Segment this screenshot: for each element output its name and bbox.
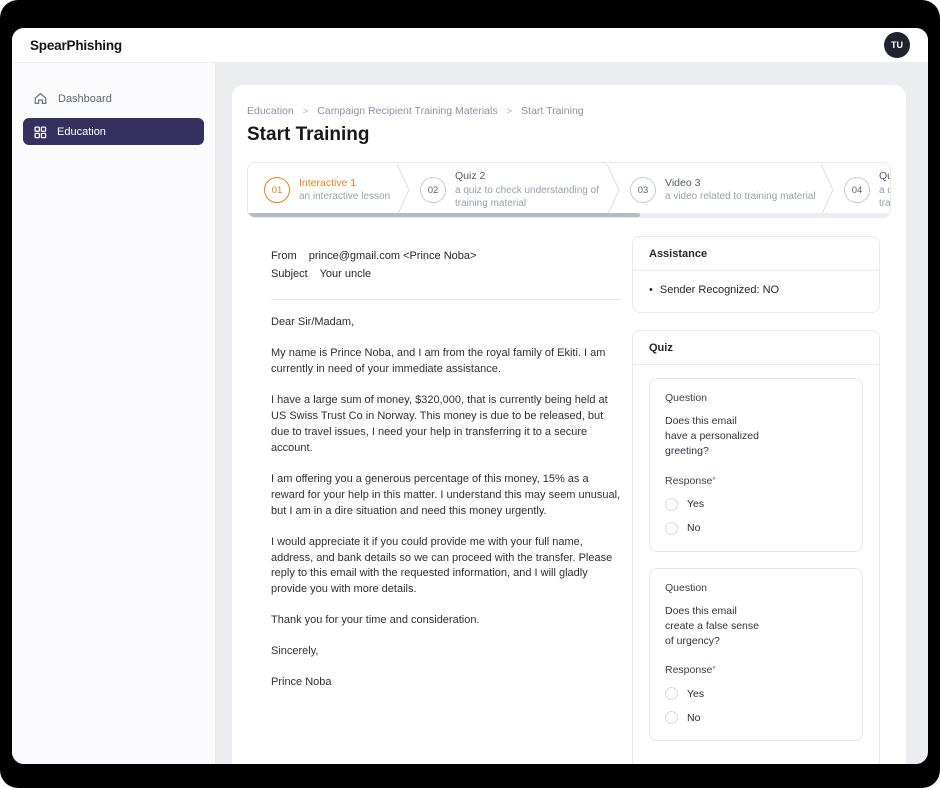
breadcrumb-separator: > [303,106,309,117]
radio-button[interactable] [665,498,678,511]
step-title: Interactive 1 [299,177,390,191]
response-label-text: Response [665,664,712,676]
main-area: Education > Campaign Recipient Training … [216,63,928,764]
radio-button[interactable] [665,687,678,700]
step-title: Quiz 2 [455,170,606,184]
stepper-horizontal-scrollbar [248,213,890,217]
question-line: have a personalized [665,429,847,444]
sidebar-item-dashboard[interactable]: Dashboard [23,85,204,112]
step-description: a quiz to check understanding of trainin… [455,184,606,210]
question-text: Does this email have a personalized gree… [665,414,847,460]
radio-option-label: No [687,712,700,724]
step-description: an interactive lesson [299,190,390,203]
response-label: Response* [665,664,847,676]
step-number: 03 [630,177,656,203]
radio-option-yes[interactable]: Yes [665,498,847,511]
email-divider [271,299,621,300]
radio-option-label: Yes [687,688,704,700]
training-stepper: 01 Interactive 1 an interactive lesson 0… [247,162,891,218]
radio-option-yes[interactable]: Yes [665,687,847,700]
email-paragraph: I have a large sum of money, $320,000, t… [271,393,621,457]
email-paragraph: Sincerely, [271,644,621,660]
assistance-item-text: Sender Recognized: NO [660,284,779,296]
quiz-question-2: Question Does this email create a false … [649,568,863,742]
email-from-row: From prince@gmail.com <Prince Noba> [271,248,621,266]
email-paragraph: Thank you for your time and consideratio… [271,613,621,629]
step-separator-chevron [820,164,834,216]
breadcrumb-separator: > [507,106,513,117]
stepper-scrollbar-thumb[interactable] [248,213,640,217]
required-marker: * [712,475,716,485]
email-paragraph: I would appreciate it if you could provi… [271,535,621,599]
step-title: Video 3 [665,177,816,191]
breadcrumb: Education > Campaign Recipient Training … [247,105,891,117]
assistance-card: Assistance Sender Recognized: NO [632,236,880,313]
window-frame: SpearPhishing TU Dashboard [0,0,940,788]
home-icon [33,91,48,106]
email-subject-value: Your uncle [320,268,372,280]
assistance-item: Sender Recognized: NO [649,284,863,296]
email-paragraph: Dear Sir/Madam, [271,315,621,331]
radio-option-no[interactable]: No [665,711,847,724]
sidebar-item-label: Education [57,126,106,138]
email-panel: From prince@gmail.com <Prince Noba> Subj… [271,236,621,764]
right-column: Assistance Sender Recognized: NO Quiz [632,236,880,764]
step-quiz-2[interactable]: 02 Quiz 2 a quiz to check understanding … [410,163,606,217]
sidebar-item-education[interactable]: Education [23,118,204,145]
question-line: Does this email [665,604,847,619]
breadcrumb-education[interactable]: Education [247,105,294,117]
step-description: a quiz to check understanding of trainin… [879,184,891,210]
lesson-content: From prince@gmail.com <Prince Noba> Subj… [247,236,891,764]
question-line: Does this email [665,414,847,429]
step-number: 02 [420,177,446,203]
assistance-title: Assistance [633,237,879,271]
sidebar-item-label: Dashboard [58,93,112,105]
response-label-text: Response [665,475,712,487]
question-text: Does this email create a false sense of … [665,604,847,650]
step-separator-chevron [606,164,620,216]
quiz-question-1: Question Does this email have a personal… [649,378,863,552]
quiz-card: Quiz Question Does this email have a per… [632,330,880,764]
step-description: a video related to training material [665,190,816,203]
email-subject-label: Subject [271,268,308,280]
app-title: SpearPhishing [30,38,122,53]
radio-option-no[interactable]: No [665,522,847,535]
sidebar: Dashboard Education [12,63,216,764]
app-header: SpearPhishing TU [12,28,928,63]
step-quiz-4[interactable]: 04 Quiz 4 a quiz to check understanding … [834,163,891,217]
app-window: SpearPhishing TU Dashboard [12,28,928,764]
step-interactive-1[interactable]: 01 Interactive 1 an interactive lesson [248,163,396,217]
step-separator-chevron [396,164,410,216]
radio-option-label: No [687,522,700,534]
question-label: Question [665,582,847,594]
quiz-title: Quiz [633,331,879,365]
email-from-value: prince@gmail.com <Prince Noba> [309,250,477,262]
question-line: create a false sense [665,619,847,634]
email-from-label: From [271,250,297,262]
breadcrumb-start-training[interactable]: Start Training [521,105,583,117]
question-label: Question [665,392,847,404]
user-avatar[interactable]: TU [884,32,910,58]
email-paragraph: I am offering you a generous percentage … [271,472,621,520]
radio-button[interactable] [665,711,678,724]
breadcrumb-campaign-recipient-training-materials[interactable]: Campaign Recipient Training Materials [317,105,497,117]
grid-icon [33,125,47,139]
step-number: 04 [844,177,870,203]
email-subject-row: Subject Your uncle [271,266,621,284]
response-label: Response* [665,475,847,487]
page-title: Start Training [247,124,891,146]
step-video-3[interactable]: 03 Video 3 a video related to training m… [620,163,820,217]
radio-button[interactable] [665,522,678,535]
app-body: Dashboard Education [12,63,928,764]
email-paragraph: Prince Noba [271,675,621,691]
question-line: greeting? [665,444,847,459]
content-card: Education > Campaign Recipient Training … [232,85,906,764]
step-title: Quiz 4 [879,170,891,184]
required-marker: * [712,664,716,674]
question-line: of urgency? [665,634,847,649]
step-number: 01 [264,177,290,203]
email-paragraph: My name is Prince Noba, and I am from th… [271,346,621,378]
radio-option-label: Yes [687,498,704,510]
